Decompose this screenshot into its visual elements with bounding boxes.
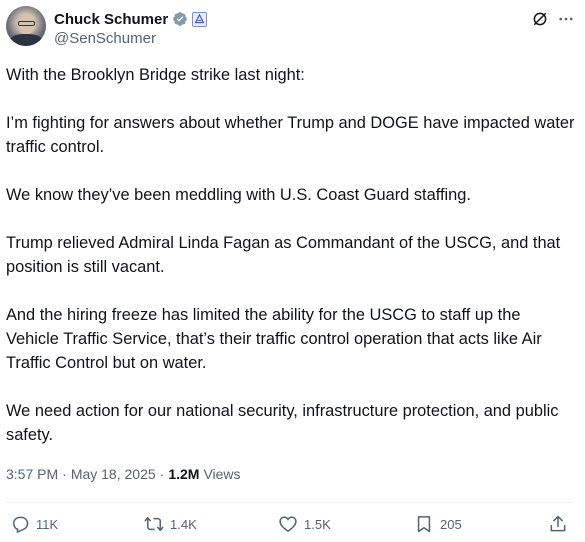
- share-icon: [550, 515, 566, 532]
- tweet-header: Chuck Schumer @SenSchumer: [6, 6, 579, 48]
- avatar[interactable]: [6, 6, 46, 46]
- tweet-paragraph: We need action for our national security…: [6, 402, 559, 444]
- bookmark-button[interactable]: 205: [414, 514, 462, 534]
- views-label: Views: [203, 466, 241, 482]
- views-count: 1.2M: [168, 466, 200, 482]
- action-bar: 11K 1.4K 1.5K 205: [10, 514, 570, 538]
- divider: [6, 502, 574, 503]
- author-name-row: Chuck Schumer: [54, 9, 208, 29]
- like-count: 1.5K: [304, 516, 331, 532]
- tweet-metadata: 3:57 PM · May 18, 2025 · 1.2M Views: [6, 466, 241, 482]
- meta-separator: ·: [62, 466, 67, 482]
- share-button[interactable]: [548, 514, 568, 534]
- tweet-paragraph: I’m fighting for answers about whether T…: [6, 114, 575, 156]
- government-affiliation-icon[interactable]: [192, 11, 208, 27]
- author-handle[interactable]: @SenSchumer: [54, 30, 156, 47]
- repost-button[interactable]: 1.4K: [144, 514, 197, 534]
- verified-badge-icon: [173, 12, 188, 26]
- more-options-icon[interactable]: [557, 10, 575, 28]
- tweet-paragraph: And the hiring freeze has limited the ab…: [6, 306, 542, 372]
- tweet-paragraph: With the Brooklyn Bridge strike last nig…: [6, 66, 305, 84]
- repost-count: 1.4K: [170, 516, 197, 532]
- reply-button[interactable]: 11K: [10, 514, 58, 534]
- author-name[interactable]: Chuck Schumer: [54, 11, 168, 28]
- bookmark-icon: [417, 516, 431, 533]
- tweet-paragraph: Trump relieved Admiral Linda Fagan as Co…: [6, 234, 561, 276]
- tweet-text: With the Brooklyn Bridge strike last nig…: [6, 63, 576, 471]
- reply-count: 11K: [36, 516, 59, 532]
- grok-icon[interactable]: [531, 10, 549, 28]
- tweet-time[interactable]: 3:57 PM: [6, 466, 58, 482]
- meta-separator: ·: [159, 466, 165, 482]
- bookmark-count: 205: [440, 516, 462, 532]
- like-button[interactable]: 1.5K: [278, 514, 331, 534]
- reply-icon: [12, 516, 29, 534]
- tweet-date[interactable]: May 18, 2025: [71, 466, 156, 482]
- repost-icon: [144, 517, 164, 531]
- like-icon: [279, 516, 297, 532]
- tweet-paragraph: We know they’ve been meddling with U.S. …: [6, 186, 471, 204]
